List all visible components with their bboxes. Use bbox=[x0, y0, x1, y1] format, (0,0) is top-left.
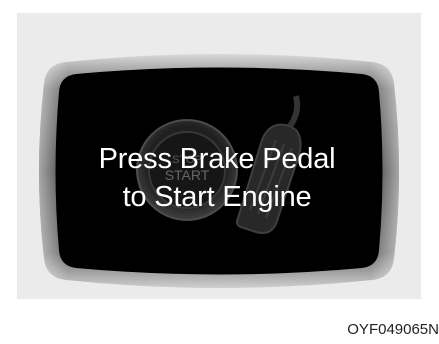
page: STOP START Press Brake Pedal to Start En… bbox=[0, 0, 439, 344]
message-line-2: to Start Engine bbox=[122, 181, 312, 213]
message-line-1: Press Brake Pedal bbox=[98, 143, 336, 175]
figure-code: OYF049065N bbox=[347, 321, 439, 338]
warning-message: Press Brake Pedal to Start Engine bbox=[57, 140, 377, 216]
